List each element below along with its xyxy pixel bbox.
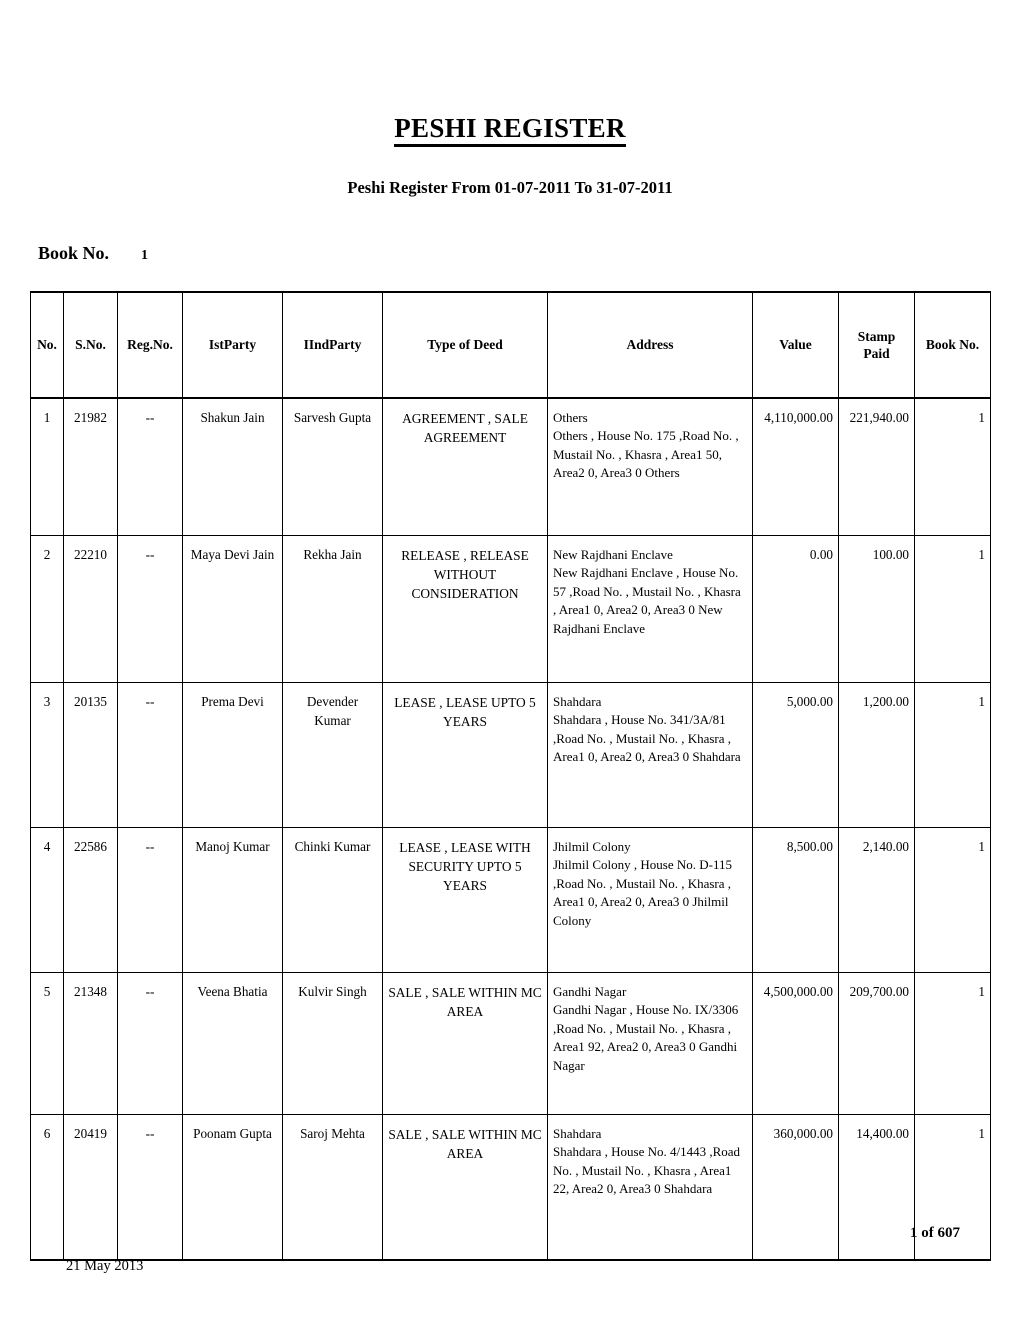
book-number-row: Book No. 1	[38, 243, 148, 264]
table-row: 2 22210 -- Maya Devi Jain Rekha Jain REL…	[30, 535, 991, 683]
page-title-text: PESHI REGISTER	[394, 113, 626, 147]
table-header-row: No. S.No. Reg.No. IstParty IIndParty Typ…	[30, 291, 991, 399]
cell-s-no: 20135	[63, 682, 118, 828]
cell-stamp-paid: 1,200.00	[838, 682, 915, 828]
cell-type-of-deed: LEASE , LEASE WITH SECURITY UPTO 5 YEARS	[382, 827, 548, 973]
cell-address: New Rajdhani Enclave New Rajdhani Enclav…	[547, 535, 753, 683]
cell-s-no: 22210	[63, 535, 118, 683]
cell-ist-party: Manoj Kumar	[182, 827, 283, 973]
column-header-value: Value	[752, 291, 839, 399]
cell-no: 4	[30, 827, 64, 973]
table-header: No. S.No. Reg.No. IstParty IIndParty Typ…	[30, 291, 991, 399]
document-page: PESHI REGISTER Peshi Register From 01-07…	[0, 0, 1020, 1320]
page-title: PESHI REGISTER	[0, 113, 1020, 147]
cell-s-no: 21348	[63, 972, 118, 1115]
cell-stamp-paid: 100.00	[838, 535, 915, 683]
cell-ist-party: Shakun Jain	[182, 397, 283, 536]
table-row: 4 22586 -- Manoj Kumar Chinki Kumar LEAS…	[30, 827, 991, 973]
cell-book-no: 1	[914, 535, 991, 683]
table-body: 1 21982 -- Shakun Jain Sarvesh Gupta AGR…	[30, 397, 991, 1261]
cell-reg-no: --	[117, 972, 183, 1115]
cell-no: 5	[30, 972, 64, 1115]
cell-type-of-deed: SALE , SALE WITHIN MC AREA	[382, 972, 548, 1115]
table-row: 3 20135 -- Prema Devi Devender Kumar LEA…	[30, 682, 991, 828]
cell-stamp-paid: 209,700.00	[838, 972, 915, 1115]
table-row: 5 21348 -- Veena Bhatia Kulvir Singh SAL…	[30, 972, 991, 1115]
cell-no: 1	[30, 397, 64, 536]
column-header-no: No.	[30, 291, 64, 399]
page-subtitle: Peshi Register From 01-07-2011 To 31-07-…	[347, 178, 673, 197]
cell-no: 2	[30, 535, 64, 683]
cell-iind-party: Rekha Jain	[282, 535, 383, 683]
cell-book-no: 1	[914, 972, 991, 1115]
cell-type-of-deed: RELEASE , RELEASE WITHOUT CONSIDERATION	[382, 535, 548, 683]
cell-reg-no: --	[117, 535, 183, 683]
cell-type-of-deed: LEASE , LEASE UPTO 5 YEARS	[382, 682, 548, 828]
cell-s-no: 21982	[63, 397, 118, 536]
cell-type-of-deed: AGREEMENT , SALE AGREEMENT	[382, 397, 548, 536]
table-row: 1 21982 -- Shakun Jain Sarvesh Gupta AGR…	[30, 397, 991, 536]
cell-value: 5,000.00	[752, 682, 839, 828]
column-header-reg-no: Reg.No.	[117, 291, 183, 399]
cell-value: 4,500,000.00	[752, 972, 839, 1115]
column-header-iind-party: IIndParty	[282, 291, 383, 399]
cell-address: Shahdara Shahdara , House No. 341/3A/81 …	[547, 682, 753, 828]
cell-reg-no: --	[117, 827, 183, 973]
cell-value: 8,500.00	[752, 827, 839, 973]
column-header-address: Address	[547, 291, 753, 399]
peshi-register-table: No. S.No. Reg.No. IstParty IIndParty Typ…	[30, 291, 991, 1261]
book-number-value: 1	[141, 248, 149, 263]
footer-print-date: 21 May 2013	[66, 1258, 144, 1274]
column-header-ist-party: IstParty	[182, 291, 283, 399]
cell-no: 3	[30, 682, 64, 828]
cell-reg-no: --	[117, 682, 183, 828]
cell-stamp-paid: 2,140.00	[838, 827, 915, 973]
cell-ist-party: Maya Devi Jain	[182, 535, 283, 683]
column-header-stamp-paid-line2: Paid	[863, 346, 890, 361]
cell-iind-party: Devender Kumar	[282, 682, 383, 828]
column-header-stamp-paid-line1: Stamp	[857, 328, 896, 344]
page-number-indicator: 1 of 607	[910, 1225, 960, 1241]
cell-address: Others Others , House No. 175 ,Road No. …	[547, 397, 753, 536]
column-header-type-of-deed: Type of Deed	[382, 291, 548, 399]
cell-ist-party: Prema Devi	[182, 682, 283, 828]
cell-s-no: 22586	[63, 827, 118, 973]
column-header-stamp-paid: Stamp Paid	[838, 291, 915, 399]
cell-value: 4,110,000.00	[752, 397, 839, 536]
cell-stamp-paid: 221,940.00	[838, 397, 915, 536]
cell-book-no: 1	[914, 397, 991, 536]
cell-address: Jhilmil Colony Jhilmil Colony , House No…	[547, 827, 753, 973]
column-header-s-no: S.No.	[63, 291, 118, 399]
cell-address: Gandhi Nagar Gandhi Nagar , House No. IX…	[547, 972, 753, 1115]
cell-iind-party: Kulvir Singh	[282, 972, 383, 1115]
cell-book-no: 1	[914, 682, 991, 828]
cell-ist-party: Veena Bhatia	[182, 972, 283, 1115]
column-header-book-no: Book No.	[914, 291, 991, 399]
cell-value: 0.00	[752, 535, 839, 683]
cell-iind-party: Chinki Kumar	[282, 827, 383, 973]
cell-reg-no: --	[117, 397, 183, 536]
cell-iind-party: Sarvesh Gupta	[282, 397, 383, 536]
book-number-label: Book No.	[38, 243, 110, 263]
cell-book-no: 1	[914, 827, 991, 973]
